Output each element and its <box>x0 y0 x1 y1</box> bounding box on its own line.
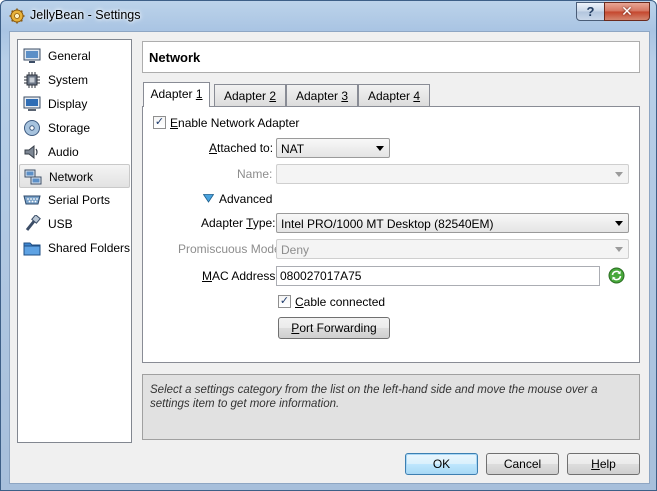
title-bar[interactable]: JellyBean - Settings ? ✕ <box>1 1 657 31</box>
tab-adapter-1[interactable]: Adapter 1 <box>143 82 210 107</box>
audio-icon <box>24 144 38 160</box>
label-mnemonic: T <box>246 216 253 230</box>
storage-icon <box>24 120 40 136</box>
tab-label: Adapter <box>223 89 270 103</box>
adapter-type-label: Adapter Type: <box>201 216 276 230</box>
chevron-down-icon <box>615 172 623 177</box>
promiscuous-mode-label: Promiscuous Mode: <box>178 242 285 256</box>
label-mnemonic: M <box>202 269 212 283</box>
network-icon <box>24 169 42 185</box>
attached-to-value: NAT <box>281 142 305 156</box>
chevron-down-icon <box>615 247 623 252</box>
usb-icon <box>25 215 41 231</box>
settings-category-list[interactable]: General System Display Storage Audio Net… <box>17 39 132 443</box>
label-part: ttached to: <box>217 141 274 155</box>
cable-connected-checkbox[interactable]: ✓ <box>278 295 291 308</box>
refresh-icon[interactable] <box>608 267 625 284</box>
sidebar-item-system[interactable]: System <box>19 68 130 92</box>
advanced-toggle[interactable]: Advanced <box>219 192 272 206</box>
label-mnemonic: E <box>170 116 179 130</box>
label-part: elp <box>599 457 616 471</box>
window-client-area: General System Display Storage Audio Net… <box>9 31 650 484</box>
adapter-1-panel: ✓ Enable Network Adapter Attached to: NA… <box>142 106 640 363</box>
attached-to-label: Attached to: <box>209 141 273 155</box>
chevron-down-icon <box>615 221 623 226</box>
tab-label-number: 1 <box>195 87 203 101</box>
label-part: ype: <box>252 216 276 230</box>
enable-network-adapter-label[interactable]: Enable Network Adapter <box>170 116 299 130</box>
general-icon <box>23 48 41 63</box>
chevron-down-icon <box>376 146 384 151</box>
sidebar-item-label: General <box>48 49 91 63</box>
label-part: Adapter <box>201 216 247 230</box>
attached-to-select[interactable]: NAT <box>276 138 390 158</box>
label-part: nable Network Adapter <box>178 116 300 130</box>
serial-ports-icon <box>23 195 41 205</box>
tab-label: Adapter <box>367 89 414 103</box>
title-help-button[interactable]: ? <box>576 2 605 21</box>
sidebar-item-label: System <box>48 73 89 87</box>
sidebar-item-label: Network <box>49 170 94 184</box>
label-mnemonic: H <box>591 457 600 471</box>
page-header: Network <box>142 41 640 73</box>
tab-adapter-4[interactable]: Adapter 4 <box>358 84 430 106</box>
label-mnemonic: A <box>209 141 218 155</box>
name-label: Name: <box>237 167 273 181</box>
mac-address-label: MAC Address: <box>202 269 279 283</box>
shared-folders-icon <box>23 242 41 256</box>
sidebar-item-shared-folders[interactable]: Shared Folders <box>19 236 130 260</box>
sidebar-item-label: USB <box>48 217 73 231</box>
sidebar-item-usb[interactable]: USB <box>19 212 130 236</box>
help-icon: ? <box>586 4 595 19</box>
ok-button[interactable]: OK <box>405 453 478 475</box>
sidebar-item-label: Serial Ports <box>48 193 111 207</box>
enable-network-adapter-checkbox[interactable]: ✓ <box>153 116 166 129</box>
tab-adapter-2[interactable]: Adapter 2 <box>214 84 286 106</box>
sidebar-item-general[interactable]: General <box>19 44 130 68</box>
sidebar-item-label: Audio <box>48 145 79 159</box>
sidebar-item-display[interactable]: Display <box>19 92 130 116</box>
sidebar-item-serial-ports[interactable]: Serial Ports <box>19 188 130 212</box>
help-info-box: Select a settings category from the list… <box>142 374 640 440</box>
sidebar-item-audio[interactable]: Audio <box>19 140 130 164</box>
label-part: AC Address: <box>212 269 279 283</box>
tab-label-number: 2 <box>269 89 277 103</box>
display-icon <box>23 96 41 111</box>
expand-triangle-icon[interactable] <box>203 194 214 203</box>
label-mnemonic: C <box>295 295 304 309</box>
cancel-button[interactable]: Cancel <box>486 453 559 475</box>
adapter-type-select[interactable]: Intel PRO/1000 MT Desktop (82540EM) <box>276 213 629 233</box>
sidebar-item-storage[interactable]: Storage <box>19 116 130 140</box>
label-part: able connected <box>303 295 386 309</box>
system-icon <box>24 72 40 88</box>
page-title: Network <box>149 50 201 65</box>
title-close-button[interactable]: ✕ <box>604 2 650 21</box>
mac-address-field[interactable] <box>276 266 600 286</box>
close-icon: ✕ <box>621 3 633 19</box>
check-icon: ✓ <box>154 116 165 128</box>
mac-address-input[interactable] <box>277 267 599 285</box>
sidebar-item-network[interactable]: Network <box>19 164 130 188</box>
sidebar-item-label: Storage <box>48 121 91 135</box>
name-select[interactable] <box>276 164 629 184</box>
help-info-text: Select a settings category from the list… <box>150 384 598 410</box>
promiscuous-mode-value: Deny <box>281 243 310 257</box>
tab-adapter-3[interactable]: Adapter 3 <box>286 84 358 106</box>
port-forwarding-button[interactable]: Port Forwarding <box>278 317 390 339</box>
tab-label-number: 3 <box>341 89 349 103</box>
window-title: JellyBean - Settings <box>30 8 141 22</box>
label-part: ort Forwarding <box>299 321 377 335</box>
virtualbox-app-icon <box>9 8 25 24</box>
sidebar-item-label: Shared Folders <box>48 241 131 255</box>
settings-window: JellyBean - Settings ? ✕ General System … <box>0 0 657 491</box>
tab-label: Adapter <box>150 87 196 101</box>
tab-label-number: 4 <box>413 89 421 103</box>
adapter-type-value: Intel PRO/1000 MT Desktop (82540EM) <box>281 217 494 231</box>
check-icon: ✓ <box>279 295 290 307</box>
promiscuous-mode-select[interactable]: Deny <box>276 239 629 259</box>
help-button[interactable]: Help <box>567 453 640 475</box>
tab-label: Adapter <box>295 89 342 103</box>
sidebar-item-label: Display <box>48 97 88 111</box>
cable-connected-label[interactable]: Cable connected <box>295 295 385 309</box>
